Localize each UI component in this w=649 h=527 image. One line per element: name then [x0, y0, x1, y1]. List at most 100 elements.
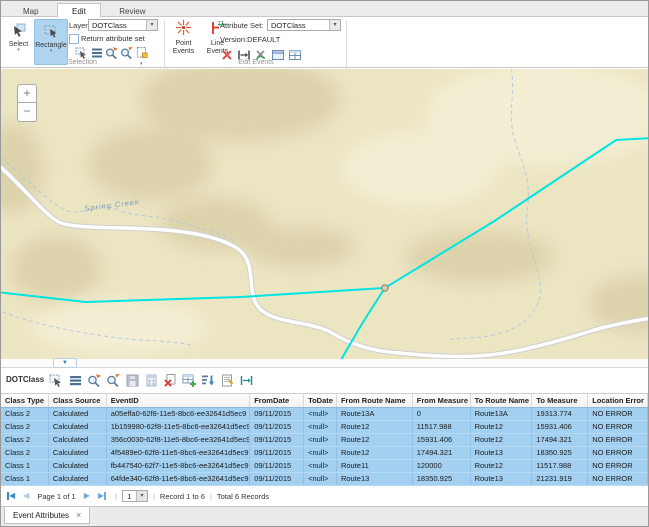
- table-cell: 0: [413, 408, 471, 420]
- zoom-to-selected-icon[interactable]: [87, 373, 102, 388]
- offset-icon[interactable]: [239, 373, 254, 388]
- table-cell: 120000: [413, 460, 471, 472]
- collapse-panel-button[interactable]: ▼: [53, 358, 77, 368]
- event-table-rows: Class 2Calculateda05effa0-62f8-11e5-8bc6…: [1, 408, 648, 486]
- table-row[interactable]: Class 1Calculated64fde340-62f8-11e5-8bc6…: [1, 473, 648, 486]
- page-number-caret-icon[interactable]: ▾: [136, 491, 147, 501]
- attribute-set-dropdown-value: DOTClass: [268, 21, 329, 30]
- column-header[interactable]: ToDate: [304, 394, 337, 407]
- grid-pager: ◀ ◀ Page 1 of 1 ▶ ▶ | 1 ▾ | Record 1 to …: [1, 486, 648, 506]
- rectangle-select-icon: [43, 23, 59, 39]
- bottom-tab-bar: Event Attributes ×: [1, 506, 648, 526]
- version-label: Version:DEFAULT: [220, 35, 280, 44]
- table-cell: 11517.988: [532, 460, 588, 472]
- event-panel-toolbar: DOTClass: [1, 368, 648, 393]
- table-cell: NO ERROR: [588, 421, 648, 433]
- selection-group-label: Selection: [1, 59, 164, 66]
- table-row[interactable]: Class 2Calculated4f5489e0-62f8-11e5-8bc6…: [1, 447, 648, 460]
- add-record-icon[interactable]: [182, 373, 197, 388]
- pan-to-selection-icon[interactable]: [120, 46, 134, 60]
- table-cell: 09/11/2015: [250, 460, 304, 472]
- pan-to-selected-icon[interactable]: [106, 373, 121, 388]
- next-page-button[interactable]: ▶: [84, 492, 90, 500]
- table-cell: <null>: [304, 434, 337, 446]
- table-cell: Class 2: [1, 434, 49, 446]
- table-cell: Class 2: [1, 421, 49, 433]
- table-cell: Route13: [471, 447, 533, 459]
- table-cell: <null>: [304, 408, 337, 420]
- close-tab-icon[interactable]: ×: [76, 510, 81, 520]
- table-cell: Calculated: [49, 473, 107, 485]
- table-cell: 11517.988: [413, 421, 471, 433]
- show-selected-records-icon[interactable]: [90, 46, 104, 60]
- layer-dropdown[interactable]: DOTClass ▾: [88, 19, 158, 31]
- table-cell: Route12: [337, 447, 413, 459]
- delete-record-icon[interactable]: [163, 373, 178, 388]
- table-cell: Calculated: [49, 447, 107, 459]
- column-header[interactable]: Location Error: [588, 394, 648, 407]
- attribute-set-dropdown[interactable]: DOTClass ▾: [267, 19, 341, 31]
- select-features-icon[interactable]: [75, 46, 89, 60]
- table-cell: Route11: [337, 460, 413, 472]
- pager-separator: |: [153, 492, 155, 501]
- select-dropdown-caret-icon[interactable]: ▾: [4, 48, 33, 53]
- group-separator: [164, 20, 165, 76]
- layer-label: Layer:: [69, 21, 90, 30]
- table-cell: 64fde340-62f8-11e5-8bc6-ee32641d5ec9: [107, 473, 251, 485]
- page-number-select[interactable]: 1 ▾: [122, 490, 148, 502]
- table-cell: 15931.406: [532, 421, 588, 433]
- calculate-icon[interactable]: [144, 373, 159, 388]
- table-cell: <null>: [304, 473, 337, 485]
- layer-dropdown-value: DOTClass: [89, 21, 146, 30]
- record-range: Record 1 to 6: [160, 492, 205, 501]
- table-cell: Calculated: [49, 408, 107, 420]
- last-page-button[interactable]: ▶: [98, 492, 106, 500]
- table-cell: Calculated: [49, 460, 107, 472]
- page-indicator: Page 1 of 1: [37, 492, 75, 501]
- column-header[interactable]: To Route Name: [471, 394, 533, 407]
- table-cell: a05effa0-62f8-11e5-8bc6-ee32641d5ec9: [107, 408, 251, 420]
- first-page-button[interactable]: ◀: [7, 492, 15, 500]
- table-row[interactable]: Class 2Calculated1b159980-62f8-11e5-8bc6…: [1, 421, 648, 434]
- table-cell: Route12: [337, 434, 413, 446]
- clear-selection-icon[interactable]: [135, 46, 149, 60]
- panel-divider[interactable]: ▼: [1, 359, 648, 368]
- layer-dropdown-caret-icon[interactable]: ▾: [146, 20, 157, 30]
- table-cell: Route12: [337, 421, 413, 433]
- table-cell: 18350.925: [532, 447, 588, 459]
- table-cell: Route13: [337, 473, 413, 485]
- table-cell: 09/11/2015: [250, 434, 304, 446]
- map-zoom-control: + −: [17, 84, 37, 122]
- notes-icon[interactable]: [220, 373, 235, 388]
- rectangle-dropdown-caret-icon[interactable]: ▾: [35, 49, 67, 54]
- return-attribute-set-checkbox[interactable]: [69, 34, 79, 44]
- column-header[interactable]: FromDate: [250, 394, 304, 407]
- table-cell: 17494.321: [532, 434, 588, 446]
- zoom-to-selection-icon[interactable]: [105, 46, 119, 60]
- select-tool-icon[interactable]: [49, 373, 64, 388]
- column-header[interactable]: Class Type: [1, 394, 49, 407]
- map-canvas[interactable]: Spring Creek + −: [1, 69, 648, 359]
- table-row[interactable]: Class 1Calculatedfb447540-62f7-11e5-8bc6…: [1, 460, 648, 473]
- total-records: Total 6 Records: [217, 492, 269, 501]
- column-header[interactable]: From Route Name: [337, 394, 413, 407]
- zoom-out-button[interactable]: −: [17, 103, 37, 122]
- show-selected-records-icon[interactable]: [68, 373, 83, 388]
- zoom-in-button[interactable]: +: [17, 84, 37, 103]
- tab-event-attributes[interactable]: Event Attributes ×: [4, 507, 90, 524]
- route-junction-vertex-marker[interactable]: [382, 285, 388, 291]
- column-header[interactable]: Class Source: [49, 394, 107, 407]
- table-cell: 1b159980-62f8-11e5-8bc6-ee32641d5ec9: [107, 421, 251, 433]
- application-window: Map Edit Review Select ▾ Rectangle ▾ Lay…: [0, 0, 649, 527]
- previous-page-button[interactable]: ◀: [23, 492, 29, 500]
- column-header[interactable]: From Measure: [413, 394, 471, 407]
- table-row[interactable]: Class 2Calculated356c0030-62f8-11e5-8bc6…: [1, 434, 648, 447]
- table-row[interactable]: Class 2Calculateda05effa0-62f8-11e5-8bc6…: [1, 408, 648, 421]
- attribute-set-dropdown-caret-icon[interactable]: ▾: [329, 20, 340, 30]
- column-header[interactable]: To Measure: [532, 394, 588, 407]
- point-events-icon: [175, 19, 192, 36]
- save-edits-icon[interactable]: [125, 373, 140, 388]
- table-cell: Class 1: [1, 473, 49, 485]
- sort-icon[interactable]: [201, 373, 216, 388]
- column-header[interactable]: EventID: [107, 394, 251, 407]
